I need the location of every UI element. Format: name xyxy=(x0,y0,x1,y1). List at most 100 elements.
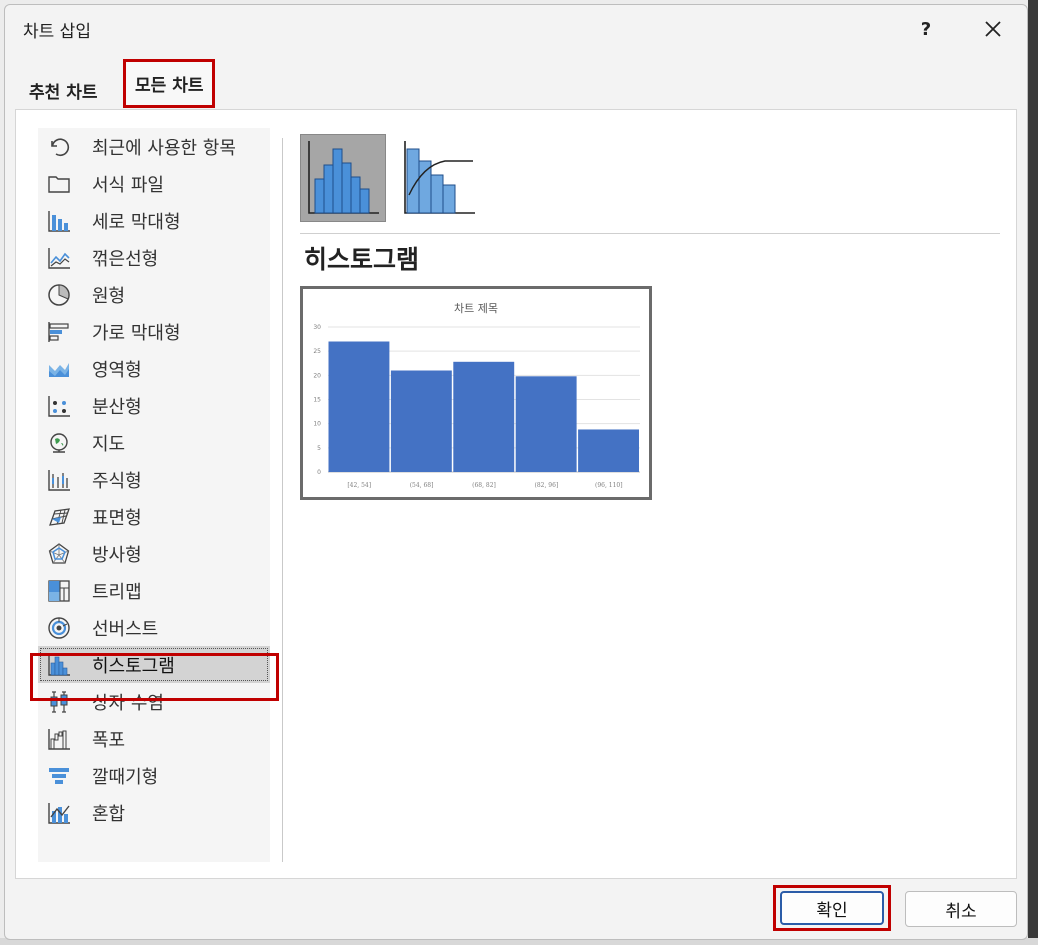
histogram-bar xyxy=(453,361,515,472)
scatter-chart-icon xyxy=(46,393,72,419)
chart-type-bar[interactable]: 가로 막대형 xyxy=(38,313,270,350)
chart-type-map[interactable]: 지도 xyxy=(38,424,270,461)
help-button[interactable]: ? xyxy=(910,13,942,45)
chart-type-list: 최근에 사용한 항목 서식 파일 세로 막대형 꺾은선형 원형 가로 막대형 영… xyxy=(38,128,270,862)
pie-chart-icon xyxy=(46,282,72,308)
x-tick-label: (54, 68] xyxy=(410,482,434,489)
chart-type-treemap[interactable]: 트리맵 xyxy=(38,572,270,609)
radar-chart-icon xyxy=(46,541,72,567)
cancel-button[interactable]: 취소 xyxy=(905,891,1017,927)
column-chart-icon xyxy=(46,208,72,234)
chart-y-ticks: 0 5 10 15 20 25 30 xyxy=(313,324,321,476)
chart-type-label: 지도 xyxy=(92,433,126,455)
pane-divider xyxy=(282,138,283,862)
chart-type-label: 트리맵 xyxy=(92,581,142,603)
line-chart-icon xyxy=(46,245,72,271)
histogram-preview-chart: 차트 제목 0 5 10 15 20 25 30 [42, 54] (54, 68] (68, … xyxy=(313,302,640,489)
histogram-icon xyxy=(46,652,72,678)
chart-type-pie[interactable]: 원형 xyxy=(38,276,270,313)
y-tick-label: 0 xyxy=(317,469,321,476)
x-tick-label: (96, 110] xyxy=(595,482,623,489)
chart-type-label: 상자 수염 xyxy=(92,692,164,714)
chart-bars xyxy=(328,341,639,472)
chart-type-line[interactable]: 꺾은선형 xyxy=(38,239,270,276)
ok-button[interactable]: 확인 xyxy=(780,891,884,925)
surface-chart-icon xyxy=(46,504,72,530)
chart-preview-pane: 차트 제목 0 5 10 15 20 25 30 [42, 54] (54, 68] (68, … xyxy=(300,282,652,862)
close-icon xyxy=(985,21,1001,37)
chart-type-label: 표면형 xyxy=(92,507,142,529)
chart-type-templates[interactable]: 서식 파일 xyxy=(38,165,270,202)
subtype-histogram[interactable] xyxy=(300,134,386,222)
x-tick-label: [42, 54] xyxy=(347,482,371,489)
histogram-bar xyxy=(328,341,390,472)
chart-type-label: 서식 파일 xyxy=(92,174,164,196)
chart-type-stock[interactable]: 주식형 xyxy=(38,461,270,498)
dialog-titlebar: 차트 삽입 ? xyxy=(5,5,1027,49)
combo-chart-icon xyxy=(46,800,72,826)
chart-type-column[interactable]: 세로 막대형 xyxy=(38,202,270,239)
sunburst-icon xyxy=(46,615,72,641)
chart-type-label: 원형 xyxy=(92,285,126,307)
tab-all-charts[interactable]: 모든 차트 xyxy=(123,59,216,108)
chart-x-ticks: [42, 54] (54, 68] (68, 82] (82, 96] (96, 110… xyxy=(347,482,622,489)
insert-chart-dialog: 차트 삽입 ? 추천 차트 모든 차트 최근에 사용한 항목 서식 파일 세로 … xyxy=(4,4,1028,940)
chart-type-radar[interactable]: 방사형 xyxy=(38,535,270,572)
histogram-subtype-icon xyxy=(308,141,379,214)
x-tick-label: (68, 82] xyxy=(472,482,496,489)
selected-chart-name: 히스토그램 xyxy=(304,245,420,274)
undo-icon xyxy=(46,134,72,160)
chart-type-label: 최근에 사용한 항목 xyxy=(92,137,236,159)
globe-icon xyxy=(46,430,72,456)
pareto-subtype-icon xyxy=(404,141,475,214)
tab-recommended-charts[interactable]: 추천 차트 xyxy=(19,73,107,107)
chart-type-label: 세로 막대형 xyxy=(92,211,181,233)
chart-type-funnel[interactable]: 깔때기형 xyxy=(38,757,270,794)
y-tick-label: 30 xyxy=(313,324,321,331)
chart-type-label: 분산형 xyxy=(92,396,142,418)
chart-type-label: 선버스트 xyxy=(92,618,159,640)
chart-preview[interactable]: 차트 제목 0 5 10 15 20 25 30 [42, 54] (54, 68] (68, … xyxy=(300,286,652,500)
x-tick-label: (82, 96] xyxy=(535,482,559,489)
ok-button-highlight: 확인 xyxy=(773,885,891,931)
chart-type-label: 꺾은선형 xyxy=(92,248,159,270)
chart-type-recent[interactable]: 최근에 사용한 항목 xyxy=(38,128,270,165)
chart-type-label: 주식형 xyxy=(92,470,142,492)
y-tick-label: 20 xyxy=(313,372,321,379)
bar-chart-icon xyxy=(46,319,72,345)
box-whisker-icon xyxy=(46,689,72,715)
y-tick-label: 5 xyxy=(317,445,321,452)
histogram-bar xyxy=(390,370,452,472)
chart-type-label: 영역형 xyxy=(92,359,142,381)
waterfall-icon xyxy=(46,726,72,752)
chart-type-label: 가로 막대형 xyxy=(92,322,181,344)
treemap-icon xyxy=(46,578,72,604)
background-window-edge xyxy=(1028,0,1038,945)
chart-type-sunburst[interactable]: 선버스트 xyxy=(38,609,270,646)
chart-content-panel: 최근에 사용한 항목 서식 파일 세로 막대형 꺾은선형 원형 가로 막대형 영… xyxy=(15,109,1017,879)
chart-type-box-whisker[interactable]: 상자 수염 xyxy=(38,683,270,720)
chart-type-scatter[interactable]: 분산형 xyxy=(38,387,270,424)
chart-type-label: 깔때기형 xyxy=(92,766,159,788)
dialog-title: 차트 삽입 xyxy=(23,22,91,42)
folder-icon xyxy=(46,171,72,197)
stock-chart-icon xyxy=(46,467,72,493)
chart-type-histogram[interactable]: 히스토그램 xyxy=(38,646,270,683)
chart-type-label: 방사형 xyxy=(92,544,142,566)
histogram-bar xyxy=(578,429,639,472)
chart-type-label: 히스토그램 xyxy=(92,655,175,677)
y-tick-label: 10 xyxy=(313,421,321,428)
area-chart-icon xyxy=(46,356,72,382)
chart-type-area[interactable]: 영역형 xyxy=(38,350,270,387)
chart-type-surface[interactable]: 표면형 xyxy=(38,498,270,535)
chart-type-label: 혼합 xyxy=(92,803,126,825)
histogram-bar xyxy=(515,376,577,472)
subtype-pareto[interactable] xyxy=(396,134,482,222)
gallery-divider xyxy=(300,233,1000,234)
chart-title: 차트 제목 xyxy=(454,302,498,315)
close-button[interactable] xyxy=(975,13,1011,45)
chart-type-combo[interactable]: 혼합 xyxy=(38,794,270,831)
chart-type-waterfall[interactable]: 폭포 xyxy=(38,720,270,757)
funnel-icon xyxy=(46,763,72,789)
chart-type-label: 폭포 xyxy=(92,729,126,751)
